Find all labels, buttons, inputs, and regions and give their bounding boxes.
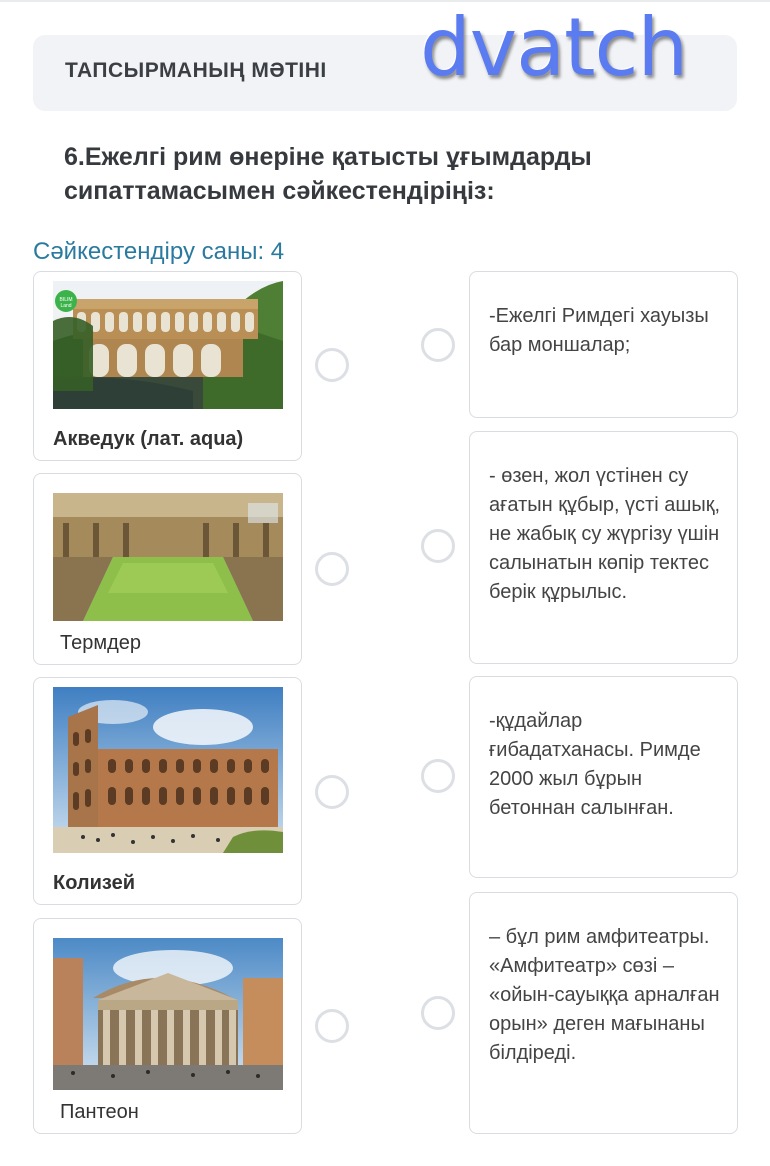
colosseum-image bbox=[53, 687, 283, 853]
right-card-3[interactable]: -құдайлар ғибадатханасы. Римде 2000 жыл … bbox=[469, 676, 738, 878]
left-card-aqueduct[interactable]: BILIM Land Акведук (лат. aqua) bbox=[33, 271, 302, 461]
pantheon-image bbox=[53, 938, 283, 1090]
right-card-1[interactable]: -Ежелгі Римдегі хауызы бар моншалар; bbox=[469, 271, 738, 418]
svg-text:Land: Land bbox=[60, 303, 71, 309]
right-card-text: – бұл рим амфитеатры. «Амфитеатр» сөзі –… bbox=[489, 926, 720, 1064]
left-card-colosseum[interactable]: Колизей bbox=[33, 677, 302, 905]
left-card-label: Колизей bbox=[53, 872, 136, 894]
right-card-text: -құдайлар ғибадатханасы. Римде 2000 жыл … bbox=[489, 710, 701, 819]
right-card-text: - өзен, жол үстінен су ағатын құбыр, үст… bbox=[489, 465, 721, 603]
left-card-label: Пантеон bbox=[60, 1101, 139, 1123]
right-radio-3[interactable] bbox=[421, 759, 455, 793]
right-card-2[interactable]: - өзен, жол үстінен су ағатын құбыр, үст… bbox=[469, 431, 738, 664]
match-count: Сәйкестендіру саны: 4 bbox=[33, 238, 285, 265]
question-text: 6.Ежелгі рим өнеріне қатысты ұғымдарды с… bbox=[64, 143, 592, 205]
left-radio-4[interactable] bbox=[315, 1009, 349, 1043]
left-card-label: Акведук (лат. aqua) bbox=[53, 428, 244, 450]
aqueduct-image: BILIM Land bbox=[53, 281, 283, 409]
right-card-text: -Ежелгі Римдегі хауызы бар моншалар; bbox=[489, 305, 709, 356]
roman-baths-image bbox=[53, 493, 283, 621]
right-radio-4[interactable] bbox=[421, 996, 455, 1030]
right-radio-2[interactable] bbox=[421, 529, 455, 563]
left-radio-1[interactable] bbox=[315, 348, 349, 382]
left-card-pantheon[interactable]: Пантеон bbox=[33, 918, 302, 1134]
left-radio-3[interactable] bbox=[315, 775, 349, 809]
left-card-baths[interactable]: Термдер bbox=[33, 473, 302, 665]
right-card-4[interactable]: – бұл рим амфитеатры. «Амфитеатр» сөзі –… bbox=[469, 892, 738, 1134]
left-card-label: Термдер bbox=[60, 632, 142, 654]
left-radio-2[interactable] bbox=[315, 552, 349, 586]
watermark-logo: dvatch bbox=[420, 1, 688, 94]
right-radio-1[interactable] bbox=[421, 328, 455, 362]
task-header-title: ТАПСЫРМАНЫҢ МӘТІНІ bbox=[65, 59, 327, 82]
